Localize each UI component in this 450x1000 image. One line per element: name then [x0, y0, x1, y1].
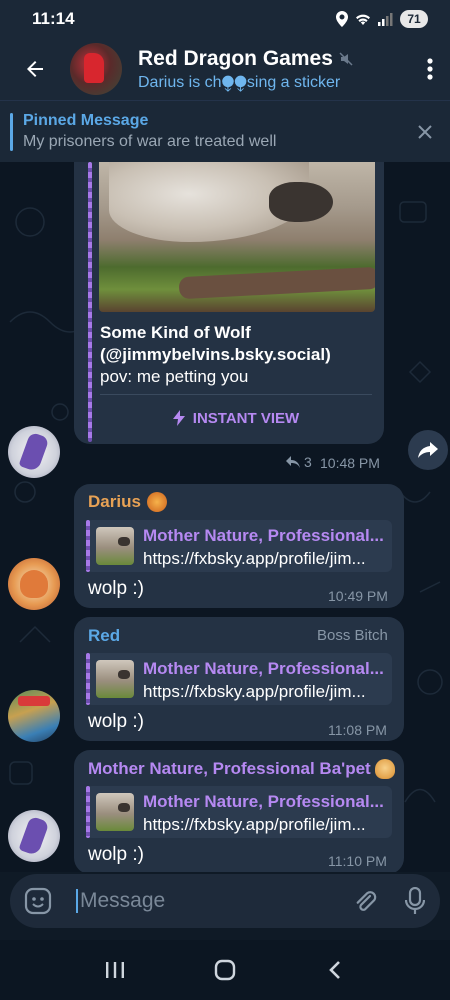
attach-button[interactable] [340, 874, 390, 928]
message-list[interactable]: Some Kind of Wolf (@jimmybelvins.bsky.so… [0, 162, 450, 872]
pinned-content: Pinned Message My prisoners of war are t… [23, 112, 400, 151]
preview-site-title: Some Kind of Wolf (@jimmybelvins.bsky.so… [100, 323, 331, 364]
status-time: 11:14 [32, 9, 75, 28]
link-url: https://fxbsky.app/profile/jim... [143, 815, 366, 834]
battery-indicator: 71 [400, 10, 428, 28]
signal-icon [378, 13, 393, 26]
chevron-left-icon [329, 961, 340, 979]
group-avatar[interactable] [70, 43, 122, 95]
wifi-icon [356, 14, 370, 25]
message-time: 10:48 PM [320, 455, 380, 471]
sender-avatar[interactable] [8, 426, 60, 478]
microphone-icon [405, 887, 425, 914]
message-time: 10:49 PM [328, 588, 388, 604]
link-thumbnail [96, 793, 134, 831]
paperclip-icon [356, 891, 377, 911]
preview-accent-stripe [86, 520, 90, 572]
pinned-message-bar[interactable]: Pinned Message My prisoners of war are t… [0, 100, 450, 162]
message-time: 11:10 PM [328, 853, 387, 869]
home-button[interactable] [205, 950, 245, 990]
sender-row: Mother Nature, Professional Ba'pet [88, 759, 395, 779]
link-url: https://fxbsky.app/profile/jim... [143, 549, 366, 568]
recent-apps-button[interactable] [95, 950, 135, 990]
status-bar: 11:14 71 [0, 0, 450, 38]
message-time: 11:08 PM [328, 722, 387, 738]
link-thumbnail [96, 660, 134, 698]
sticker-button[interactable] [10, 874, 66, 928]
message-input[interactable]: Message [76, 889, 340, 913]
link-title: Mother Nature, Professional... [143, 659, 383, 678]
chat-title-text: Red Dragon Games [138, 46, 333, 70]
wolf-photo[interactable] [99, 162, 375, 312]
sender-avatar[interactable] [8, 690, 60, 742]
sender-tag: Boss Bitch [317, 627, 388, 644]
share-button[interactable] [408, 430, 448, 470]
message-text: wolp :) [88, 711, 144, 732]
voice-button[interactable] [390, 874, 440, 928]
preview-accent-stripe [88, 162, 92, 442]
back-nav-button[interactable] [315, 950, 355, 990]
lightning-icon [172, 410, 185, 426]
message-text: wolp :) [88, 578, 144, 599]
preview-accent-stripe [86, 786, 90, 838]
typing-status: Darius is ch⧭⧭sing a sticker [138, 73, 341, 91]
sender-name[interactable]: Red [88, 626, 120, 646]
pinned-title: Pinned Message [23, 112, 149, 129]
instant-view-label: INSTANT VIEW [192, 409, 300, 427]
chat-title: Red Dragon Games [138, 47, 410, 71]
back-button[interactable] [0, 38, 70, 100]
link-title: Mother Nature, Professional... [143, 526, 383, 545]
home-icon [214, 959, 236, 981]
forward-icon [418, 442, 438, 458]
pet-emoji-icon [374, 759, 395, 779]
sender-avatar[interactable] [8, 810, 60, 862]
sticker-icon [24, 887, 52, 915]
sender-name[interactable]: Mother Nature, Professional Ba'pet [88, 759, 371, 779]
reply-count[interactable]: 3 [286, 454, 312, 470]
link-thumbnail [96, 527, 134, 565]
link-title: Mother Nature, Professional... [143, 792, 383, 811]
tiger-emoji-icon [146, 492, 167, 512]
reply-count-value: 3 [304, 454, 312, 470]
link-url: https://fxbsky.app/profile/jim... [143, 682, 366, 701]
more-menu-button[interactable] [410, 38, 450, 100]
recents-icon [106, 962, 124, 978]
header-info[interactable]: Red Dragon Games Darius is ch⧭⧭sing a st… [138, 47, 410, 92]
pinned-text: My prisoners of war are treated well [23, 133, 277, 150]
muted-icon [339, 51, 353, 66]
preview-description: pov: me petting you [100, 367, 249, 386]
arrow-left-icon [27, 61, 43, 77]
location-icon [336, 11, 348, 27]
sender-avatar[interactable] [8, 558, 60, 610]
more-vertical-icon [427, 58, 433, 80]
status-icons: 71 [336, 10, 428, 28]
sender-name[interactable]: Darius [88, 492, 141, 512]
close-pinned-button[interactable] [400, 124, 450, 140]
system-nav-bar [0, 940, 450, 1000]
preview-divider [100, 394, 372, 395]
message-composer: Message [10, 874, 440, 928]
message-text: wolp :) [88, 844, 144, 865]
reply-icon [286, 456, 300, 468]
pinned-indicator [10, 112, 13, 151]
chat-header: Red Dragon Games Darius is ch⧭⧭sing a st… [0, 38, 450, 100]
close-icon [418, 124, 432, 139]
instant-view-button[interactable]: INSTANT VIEW [100, 402, 372, 434]
sender-row: Darius [88, 492, 167, 512]
preview-accent-stripe [86, 653, 90, 705]
